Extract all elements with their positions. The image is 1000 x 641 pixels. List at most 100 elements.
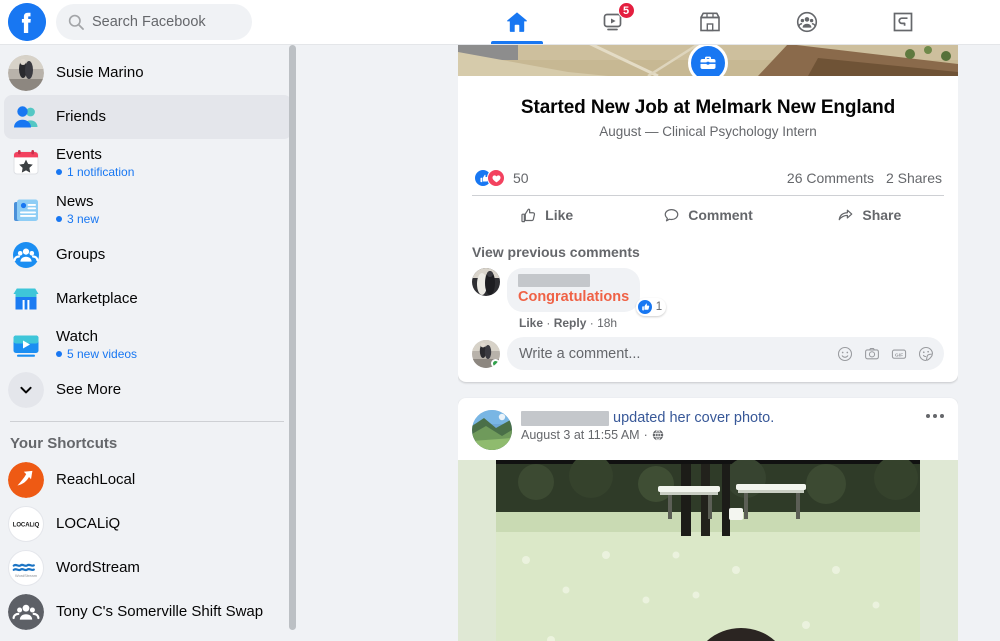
comment-bubble: Congratulations 1 bbox=[507, 268, 667, 316]
sidebar-item-sublabel: 5 new videos bbox=[67, 346, 138, 361]
reactions-summary[interactable]: 50 bbox=[474, 169, 529, 187]
meta-separator: · bbox=[643, 428, 648, 442]
sidebar-item-label: Friends bbox=[56, 108, 107, 125]
current-user-avatar[interactable] bbox=[472, 339, 500, 368]
comment-like-link[interactable]: Like bbox=[519, 316, 543, 330]
comment-item: Congratulations 1 Like · Reply · 18h bbox=[458, 264, 958, 332]
search-input[interactable] bbox=[92, 14, 242, 30]
cover-photo-image[interactable] bbox=[458, 460, 958, 641]
online-status-indicator bbox=[491, 358, 500, 368]
post-timestamp[interactable]: August 3 at 11:55 AM bbox=[521, 428, 640, 442]
feed-gap bbox=[458, 382, 958, 398]
briefcase-icon bbox=[688, 45, 728, 76]
share-button-label: Share bbox=[862, 207, 902, 223]
post-cover-photo: updated her cover photo. August 3 at 11:… bbox=[458, 398, 958, 641]
post-author-avatar[interactable] bbox=[472, 410, 512, 450]
svg-text:GIF: GIF bbox=[895, 352, 903, 358]
sidebar-item-groups[interactable]: Groups bbox=[4, 233, 292, 277]
sidebar-item-events[interactable]: Events 1 notification bbox=[4, 139, 292, 186]
shortcut-item-tonycs[interactable]: Tony C's Somerville Shift Swap bbox=[4, 590, 292, 634]
comment-meta: Like · Reply · 18h bbox=[519, 316, 640, 330]
sidebar-profile-label: Susie Marino bbox=[56, 64, 144, 81]
life-event-cover-image[interactable] bbox=[458, 45, 958, 76]
search-bar[interactable] bbox=[56, 4, 252, 40]
sidebar-item-label: Events bbox=[56, 145, 102, 163]
sidebar-item-news[interactable]: News 3 new bbox=[4, 186, 292, 233]
comment-input[interactable] bbox=[519, 345, 826, 362]
like-reaction-icon bbox=[636, 299, 653, 315]
nav-home-tab[interactable] bbox=[488, 0, 546, 44]
cover-photo-inner bbox=[496, 460, 920, 641]
shortcut-item-localiq[interactable]: LOCALiQ LOCALiQ bbox=[4, 502, 292, 546]
meta-separator: · bbox=[589, 316, 594, 330]
commenter-avatar[interactable] bbox=[472, 268, 500, 296]
svg-text:WordStream: WordStream bbox=[15, 573, 38, 578]
sidebar-item-badge: 5 new videos bbox=[56, 347, 137, 362]
comments-count[interactable]: 26 Comments bbox=[787, 170, 874, 186]
sidebar-item-watch[interactable]: Watch 5 new videos bbox=[4, 321, 292, 368]
sidebar-item-profile[interactable]: Susie Marino bbox=[4, 51, 292, 95]
notification-dot-icon bbox=[56, 351, 62, 357]
sidebar-item-sublabel: 1 notification bbox=[67, 164, 135, 179]
shortcut-item-wordstream[interactable]: WordStream WordStream bbox=[4, 546, 292, 590]
comment-like-count: 1 bbox=[655, 301, 663, 313]
comment-body: Congratulations 1 Like · Reply · 18h bbox=[507, 268, 667, 330]
view-previous-comments-link[interactable]: View previous comments bbox=[458, 234, 958, 264]
nav-gaming-tab[interactable] bbox=[874, 0, 932, 44]
post-action-bar: Like Comment Share bbox=[466, 196, 950, 234]
watch-notification-badge: 5 bbox=[617, 2, 635, 19]
comment-button[interactable]: Comment bbox=[627, 196, 788, 234]
sticker-icon[interactable] bbox=[918, 346, 934, 362]
see-more-icon-wrap bbox=[8, 372, 44, 408]
comment-input-box[interactable]: GIF bbox=[507, 337, 944, 370]
storefront-icon bbox=[700, 12, 720, 32]
post-action-text: updated her cover photo. bbox=[613, 410, 775, 426]
shortcut-label: LOCALiQ bbox=[56, 515, 121, 532]
shares-count[interactable]: 2 Shares bbox=[886, 170, 942, 186]
post-author-name-redacted bbox=[521, 410, 609, 426]
thumbs-up-icon bbox=[521, 208, 536, 222]
more-options-icon[interactable] bbox=[923, 414, 944, 418]
watch-icon bbox=[8, 327, 44, 363]
comment-button-label: Comment bbox=[688, 207, 753, 223]
sidebar-item-badge: 1 notification bbox=[56, 165, 134, 180]
emoji-icon[interactable] bbox=[837, 346, 853, 362]
nav-marketplace-tab[interactable] bbox=[681, 0, 739, 44]
share-button[interactable]: Share bbox=[789, 196, 950, 234]
shortcut-label: ReachLocal bbox=[56, 471, 136, 488]
sidebar-item-friends[interactable]: Friends bbox=[4, 95, 292, 139]
like-button-label: Like bbox=[545, 207, 574, 223]
like-button[interactable]: Like bbox=[466, 196, 627, 234]
profile-avatar bbox=[8, 55, 44, 91]
svg-text:LOCALiQ: LOCALiQ bbox=[13, 522, 40, 528]
sidebar-item-label: Marketplace bbox=[56, 290, 138, 307]
shortcut-item-reachlocal[interactable]: ReachLocal bbox=[4, 458, 292, 502]
groups-icon bbox=[796, 11, 817, 33]
wordstream-logo: WordStream bbox=[8, 550, 44, 586]
facebook-logo-icon[interactable] bbox=[8, 3, 46, 41]
gaming-icon bbox=[893, 12, 913, 32]
notification-dot-icon bbox=[56, 169, 62, 175]
comment-text: Congratulations bbox=[518, 289, 630, 305]
sidebar-scrollbar[interactable] bbox=[289, 45, 296, 630]
nav-groups-tab[interactable] bbox=[778, 0, 836, 44]
group-avatar-icon bbox=[8, 594, 44, 630]
sidebar-item-badge: 3 new bbox=[56, 212, 99, 227]
comment-bubble-icon bbox=[664, 208, 679, 221]
comment-like-badge[interactable]: 1 bbox=[635, 298, 667, 316]
post-header: updated her cover photo. August 3 at 11:… bbox=[458, 398, 958, 460]
sidebar-item-marketplace[interactable]: Marketplace bbox=[4, 277, 292, 321]
shortcut-label: WordStream bbox=[56, 559, 140, 576]
post-stats-row: 50 26 Comments 2 Shares bbox=[458, 161, 958, 195]
friends-icon bbox=[8, 99, 44, 135]
nav-watch-tab[interactable]: 5 bbox=[585, 0, 643, 44]
post-meta: August 3 at 11:55 AM · bbox=[521, 428, 944, 442]
sidebar-see-more-button[interactable]: See More bbox=[4, 368, 292, 412]
gif-icon[interactable]: GIF bbox=[891, 346, 907, 362]
globe-icon[interactable] bbox=[652, 429, 664, 441]
marketplace-icon bbox=[8, 281, 44, 317]
commenter-name-redacted bbox=[518, 274, 590, 287]
comment-reply-link[interactable]: Reply bbox=[554, 316, 587, 330]
camera-icon[interactable] bbox=[864, 346, 880, 362]
composer-icons: GIF bbox=[826, 346, 934, 362]
